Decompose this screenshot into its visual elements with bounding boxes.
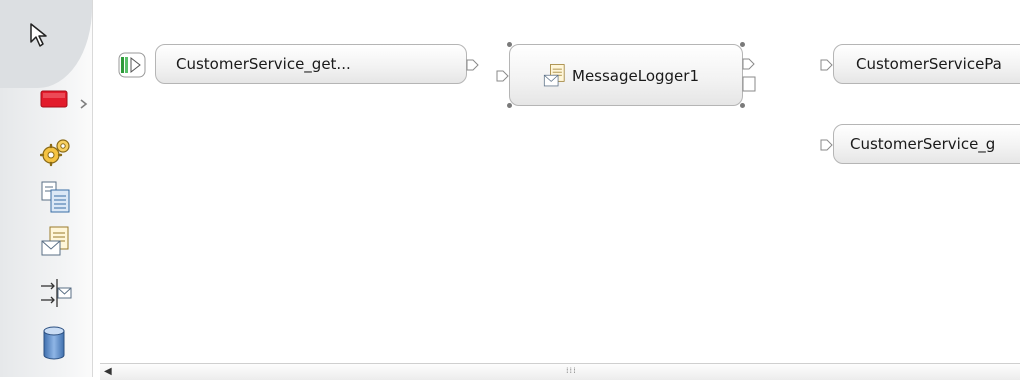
palette-flyout-chevron-icon[interactable] (79, 95, 89, 114)
route-message-icon[interactable] (40, 276, 72, 310)
input-terminal-icon[interactable] (820, 138, 834, 152)
node-label: MessageLogger1 (572, 67, 699, 85)
node-message-logger[interactable]: MessageLogger1 (496, 42, 756, 108)
flow-canvas[interactable]: CustomerService_get... MessageLogger1 Cu… (93, 0, 1020, 377)
input-terminal-icon[interactable] (820, 58, 834, 72)
scroll-left-icon[interactable]: ◀ (104, 366, 112, 377)
documents-icon[interactable] (40, 180, 72, 214)
input-node-icon (118, 52, 154, 78)
node-label: CustomerServicePa (856, 55, 1002, 73)
database-icon[interactable] (42, 325, 66, 361)
selection-handle[interactable] (507, 103, 512, 108)
node-label: CustomerService_g (850, 135, 996, 153)
horizontal-scrollbar[interactable]: ◀ ⁞⁞⁞ (100, 363, 1020, 380)
node-label: CustomerService_get... (176, 55, 351, 73)
gears-icon[interactable] (40, 136, 72, 168)
input-terminal-icon[interactable] (496, 69, 510, 83)
message-log-icon (542, 63, 568, 89)
failure-terminal-icon[interactable] (742, 75, 758, 93)
node-customer-service-get[interactable]: CustomerService_get... (118, 44, 479, 84)
selection-handle[interactable] (740, 42, 745, 47)
output-terminal-icon[interactable] (742, 57, 756, 71)
selection-handle[interactable] (740, 103, 745, 108)
message-log-icon[interactable] (40, 225, 72, 259)
output-terminal-icon[interactable] (466, 58, 480, 72)
node-palette (0, 0, 93, 377)
selection-arrow-icon[interactable] (28, 22, 50, 48)
scroll-grip-icon[interactable]: ⁞⁞⁞ (566, 366, 577, 375)
node-customer-service-g[interactable]: CustomerService_g (820, 124, 1020, 164)
node-customer-service-pa[interactable]: CustomerServicePa (820, 44, 1020, 84)
selection-handle[interactable] (507, 42, 512, 47)
stop-node-icon[interactable] (40, 89, 70, 109)
